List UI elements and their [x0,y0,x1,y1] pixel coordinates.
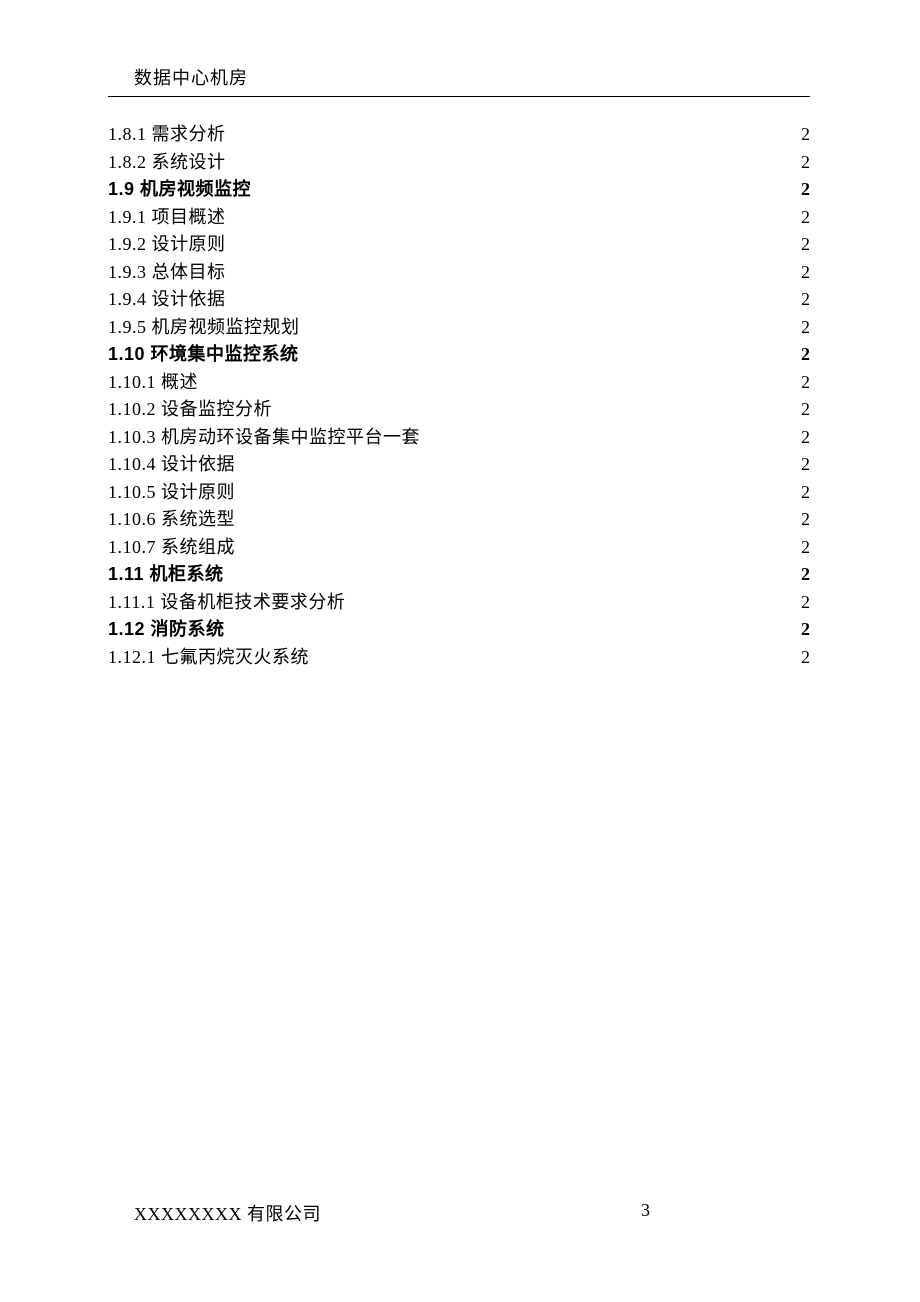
toc-entry-label: 1.11 机柜系统 [108,561,224,587]
toc-entry-label: 1.8.2 系统设计 [108,149,226,175]
toc-entry-page: 2 [801,259,810,285]
toc-entry-page: 2 [801,176,810,202]
toc-entry: 1.12.1 七氟丙烷灭火系统 2 [108,644,810,672]
toc-entry-page: 2 [801,149,810,175]
toc-entry-page: 2 [801,231,810,257]
toc-entry-page: 2 [801,644,810,670]
toc-entry-page: 2 [801,286,810,312]
document-page: 数据中心机房 1.8.1 需求分析 2 1.8.2 系统设计 2 1.9 机房视频监控 2… [0,0,920,671]
page-footer: XXXXXXXX 有限公司 3 [134,1200,810,1226]
toc-entry: 1.9.3 总体目标 2 [108,259,810,287]
toc-entry: 1.10.7 系统组成 2 [108,534,810,562]
toc-entry-page: 2 [801,314,810,340]
header-title: 数据中心机房 [134,68,248,88]
toc-entry-label: 1.9.2 设计原则 [108,231,226,257]
toc-entry-label: 1.10.4 设计依据 [108,451,235,477]
toc-entry-label: 1.10.1 概述 [108,369,198,395]
toc-entry: 1.11.1 设备机柜技术要求分析 2 [108,589,810,617]
toc-entry: 1.9.2 设计原则 2 [108,231,810,259]
toc-entry-page: 2 [801,451,810,477]
toc-entry-page: 2 [801,506,810,532]
toc-entry: 1.9.5 机房视频监控规划 2 [108,314,810,342]
toc-entry-page: 2 [801,424,810,450]
toc-entry-page: 2 [801,121,810,147]
toc-entry: 1.10.1 概述 2 [108,369,810,397]
toc-entry-page: 2 [801,589,810,615]
toc-entry-label: 1.10.5 设计原则 [108,479,235,505]
toc-entry-label: 1.11.1 设备机柜技术要求分析 [108,589,345,615]
toc-entry: 1.10 环境集中监控系统 2 [108,341,810,369]
toc-entry: 1.10.6 系统选型 2 [108,506,810,534]
toc-entry-page: 2 [801,616,810,642]
toc-entry-label: 1.10 环境集中监控系统 [108,341,299,367]
toc-entry-label: 1.8.1 需求分析 [108,121,226,147]
toc-entry-page: 2 [801,561,810,587]
toc-entry: 1.8.2 系统设计 2 [108,149,810,177]
toc-entry: 1.10.4 设计依据 2 [108,451,810,479]
toc-entry: 1.10.3 机房动环设备集中监控平台一套 2 [108,424,810,452]
toc-entry-label: 1.9 机房视频监控 [108,176,251,202]
toc-entry: 1.10.2 设备监控分析 2 [108,396,810,424]
toc-entry: 1.10.5 设计原则 2 [108,479,810,507]
toc-entry: 1.9.4 设计依据 2 [108,286,810,314]
toc-entry-label: 1.10.2 设备监控分析 [108,396,272,422]
page-header: 数据中心机房 [108,64,810,97]
toc-entry: 1.11 机柜系统 2 [108,561,810,589]
toc-entry: 1.9.1 项目概述 2 [108,204,810,232]
toc-entry-label: 1.9.5 机房视频监控规划 [108,314,300,340]
toc-entry-label: 1.10.6 系统选型 [108,506,235,532]
toc-entry-page: 2 [801,369,810,395]
toc-entry: 1.8.1 需求分析 2 [108,121,810,149]
toc-entry-label: 1.9.4 设计依据 [108,286,226,312]
toc-entry-page: 2 [801,534,810,560]
toc-entry-label: 1.10.7 系统组成 [108,534,235,560]
toc-entry-label: 1.12.1 七氟丙烷灭火系统 [108,644,309,670]
toc-entry-page: 2 [801,341,810,367]
footer-company: XXXXXXXX 有限公司 [134,1200,321,1226]
footer-page-number: 3 [641,1200,810,1226]
toc-entry-page: 2 [801,479,810,505]
toc-entry-page: 2 [801,396,810,422]
toc-entry: 1.12 消防系统 2 [108,616,810,644]
toc-entry-label: 1.12 消防系统 [108,616,225,642]
toc-entry-label: 1.9.1 项目概述 [108,204,226,230]
toc-entry-label: 1.9.3 总体目标 [108,259,226,285]
table-of-contents: 1.8.1 需求分析21.8.2 系统设计21.9 机房视频监控21.9.1 项… [108,121,810,671]
toc-entry-label: 1.10.3 机房动环设备集中监控平台一套 [108,424,420,450]
toc-entry-page: 2 [801,204,810,230]
toc-entry: 1.9 机房视频监控 2 [108,176,810,204]
